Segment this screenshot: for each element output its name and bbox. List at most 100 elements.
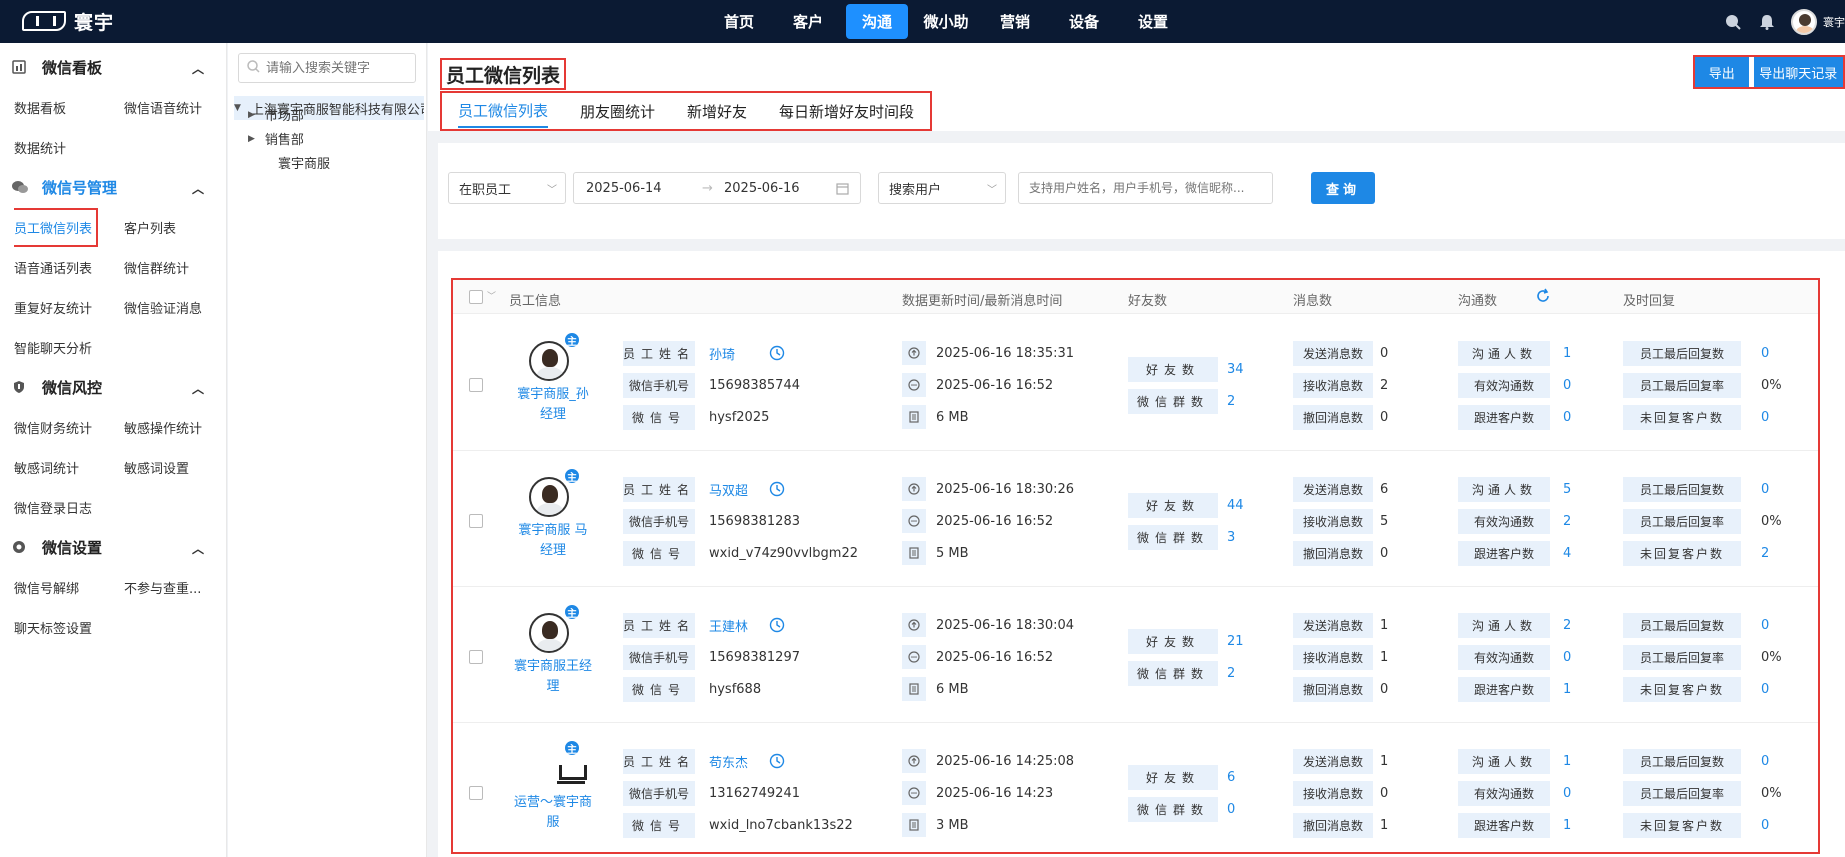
menu-item-duplicate-friends[interactable]: 重复好友统计 bbox=[14, 287, 124, 327]
chevron-down-icon[interactable]: ﹀ bbox=[487, 289, 496, 302]
friends-count[interactable]: 44 bbox=[1227, 493, 1244, 518]
menu-item-customer-list[interactable]: 客户列表 bbox=[124, 207, 234, 247]
staff-name[interactable]: 王建林 bbox=[709, 613, 748, 638]
unreplied-count[interactable]: 2 bbox=[1761, 541, 1769, 566]
history-icon[interactable] bbox=[769, 617, 785, 637]
menu-item-smart-chat-analysis[interactable]: 智能聊天分析 bbox=[14, 327, 124, 367]
menu-item-group-stats[interactable]: 微信群统计 bbox=[124, 247, 234, 287]
date-range-picker[interactable]: 2025-06-14 → 2025-06-16 bbox=[573, 172, 861, 204]
groups-count[interactable]: 2 bbox=[1227, 661, 1235, 686]
contacts-count[interactable]: 5 bbox=[1563, 477, 1571, 502]
export-button[interactable]: 导出 bbox=[1695, 57, 1749, 87]
history-icon[interactable] bbox=[769, 345, 785, 365]
tree-search-input[interactable] bbox=[266, 60, 406, 76]
contacts-count[interactable]: 1 bbox=[1563, 341, 1571, 366]
friends-count[interactable]: 21 bbox=[1227, 629, 1244, 654]
wechat-nickname[interactable]: 运营～寰宇商服 bbox=[513, 793, 593, 833]
tab-daily-new-friends-period[interactable]: 每日新增好友时间段 bbox=[779, 94, 914, 128]
menu-item-data-stats[interactable]: 数据统计 bbox=[14, 127, 124, 167]
menu-item-verify-messages[interactable]: 微信验证消息 bbox=[124, 287, 234, 327]
menu-section-wechat-board[interactable]: 微信看板 ︿ bbox=[0, 47, 226, 87]
nav-assistant[interactable]: 微小助 bbox=[912, 0, 980, 43]
friends-count[interactable]: 6 bbox=[1227, 765, 1235, 790]
staff-name[interactable]: 苟东杰 bbox=[709, 749, 748, 774]
menu-item-sensitive-word-stats[interactable]: 敏感词统计 bbox=[14, 447, 124, 487]
nav-customers[interactable]: 客户 bbox=[774, 0, 842, 43]
followed-count[interactable]: 0 bbox=[1563, 405, 1571, 430]
history-icon[interactable] bbox=[769, 753, 785, 773]
menu-item-sensitive-word-settings[interactable]: 敏感词设置 bbox=[124, 447, 234, 487]
friends-count[interactable]: 34 bbox=[1227, 357, 1244, 382]
last-reply-count[interactable]: 0 bbox=[1761, 749, 1769, 774]
menu-section-account-mgmt[interactable]: 微信号管理 ︿ bbox=[0, 167, 226, 207]
groups-count[interactable]: 2 bbox=[1227, 389, 1235, 414]
bell-icon[interactable] bbox=[1757, 12, 1777, 32]
unreplied-count[interactable]: 0 bbox=[1761, 813, 1769, 838]
user-name[interactable]: 寰宇商服 bbox=[1823, 14, 1845, 30]
select-all-checkbox[interactable] bbox=[469, 290, 483, 304]
search-icon[interactable] bbox=[1723, 12, 1743, 32]
tree-node-marketing[interactable]: ▶ 市场部 bbox=[248, 105, 304, 124]
tab-staff-wechat-list[interactable]: 员工微信列表 bbox=[458, 94, 549, 128]
user-avatar[interactable] bbox=[1791, 8, 1817, 35]
tree-node-huanyu[interactable]: 寰宇商服 bbox=[278, 153, 330, 172]
tree-node-sales[interactable]: ▶ 销售部 bbox=[248, 129, 304, 148]
nav-settings[interactable]: 设置 bbox=[1119, 0, 1187, 43]
menu-item-voice-call-list[interactable]: 语音通话列表 bbox=[14, 247, 124, 287]
wechat-nickname[interactable]: 寰宇商服王经理 bbox=[513, 657, 593, 697]
query-button[interactable]: 查询 bbox=[1311, 172, 1375, 204]
user-search-input[interactable] bbox=[1029, 181, 1269, 195]
nav-devices[interactable]: 设备 bbox=[1050, 0, 1118, 43]
tab-moments-stats[interactable]: 朋友圈统计 bbox=[580, 94, 655, 128]
menu-item-voice-stats[interactable]: 微信语音统计 bbox=[124, 87, 234, 127]
menu-section-wechat-settings[interactable]: 微信设置 ︿ bbox=[0, 527, 226, 567]
menu-item-unbind[interactable]: 微信号解绑 bbox=[14, 567, 124, 607]
effective-count[interactable]: 0 bbox=[1563, 645, 1571, 670]
history-icon[interactable] bbox=[769, 481, 785, 501]
menu-item-exclude-duplicate[interactable]: 不参与查重... bbox=[124, 567, 234, 607]
export-chat-button[interactable]: 导出聊天记录 bbox=[1753, 57, 1843, 87]
menu-item-chat-tags[interactable]: 聊天标签设置 bbox=[14, 607, 124, 647]
wechat-nickname[interactable]: 寰宇商服 马经理 bbox=[513, 521, 593, 561]
nav-marketing[interactable]: 营销 bbox=[981, 0, 1049, 43]
followed-count[interactable]: 4 bbox=[1563, 541, 1571, 566]
effective-count[interactable]: 2 bbox=[1563, 509, 1571, 534]
effective-count[interactable]: 0 bbox=[1563, 373, 1571, 398]
staff-name[interactable]: 孙琦 bbox=[709, 341, 735, 366]
unreplied-count[interactable]: 0 bbox=[1761, 405, 1769, 430]
status-select[interactable]: 在职员工 ﹀ bbox=[448, 172, 566, 204]
row-checkbox[interactable] bbox=[469, 378, 483, 392]
groups-count[interactable]: 3 bbox=[1227, 525, 1235, 550]
last-reply-count[interactable]: 0 bbox=[1761, 477, 1769, 502]
nav-communication[interactable]: 沟通 bbox=[843, 0, 911, 43]
contacts-count[interactable]: 1 bbox=[1563, 749, 1571, 774]
row-checkbox[interactable] bbox=[469, 650, 483, 664]
recalled-count: 0 bbox=[1380, 682, 1389, 697]
refresh-icon[interactable] bbox=[1535, 288, 1551, 308]
menu-item-login-log[interactable]: 微信登录日志 bbox=[14, 487, 124, 527]
menu-item-sensitive-ops[interactable]: 敏感操作统计 bbox=[124, 407, 234, 447]
tab-new-friends[interactable]: 新增好友 bbox=[687, 94, 747, 128]
menu-item-data-board[interactable]: 数据看板 bbox=[14, 87, 124, 127]
user-search-field[interactable] bbox=[1018, 172, 1273, 204]
row-checkbox[interactable] bbox=[469, 514, 483, 528]
menu-item-staff-wechat-list[interactable]: 员工微信列表 bbox=[14, 207, 124, 247]
menu-section-risk-control[interactable]: 微信风控 ︿ bbox=[0, 367, 226, 407]
last-reply-count[interactable]: 0 bbox=[1761, 341, 1769, 366]
label-last-reply: 员工最后回复数 bbox=[1623, 341, 1741, 366]
menu-item-finance-stats[interactable]: 微信财务统计 bbox=[14, 407, 124, 447]
contacts-count[interactable]: 2 bbox=[1563, 613, 1571, 638]
search-type-select[interactable]: 搜索用户 ﹀ bbox=[878, 172, 1006, 204]
staff-name[interactable]: 马双超 bbox=[709, 477, 748, 502]
groups-count[interactable]: 0 bbox=[1227, 797, 1235, 822]
followed-count[interactable]: 1 bbox=[1563, 677, 1571, 702]
nav-home[interactable]: 首页 bbox=[705, 0, 773, 43]
wechat-nickname[interactable]: 寰宇商服_孙经理 bbox=[513, 385, 593, 425]
followed-count[interactable]: 1 bbox=[1563, 813, 1571, 838]
row-checkbox[interactable] bbox=[469, 786, 483, 800]
tree-search[interactable] bbox=[238, 53, 416, 83]
effective-count[interactable]: 0 bbox=[1563, 781, 1571, 806]
unreplied-count[interactable]: 0 bbox=[1761, 677, 1769, 702]
last-reply-count[interactable]: 0 bbox=[1761, 613, 1769, 638]
brand-logo[interactable]: 寰宇 bbox=[22, 8, 114, 34]
